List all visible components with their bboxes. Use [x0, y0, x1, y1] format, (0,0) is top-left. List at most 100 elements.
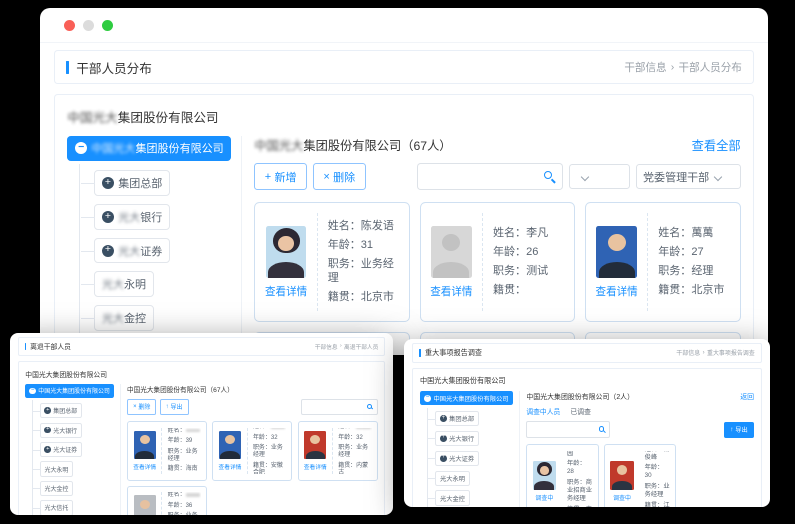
- tree-item-label: 永明: [124, 276, 146, 292]
- page-title: 离退干部人员: [25, 341, 71, 351]
- breadcrumb-parent[interactable]: 干部信息: [676, 348, 700, 357]
- expand-icon[interactable]: +: [440, 415, 447, 422]
- view-detail-link[interactable]: 查看详情: [219, 462, 242, 471]
- tree-item-everbright-jinkong[interactable]: 光大金控: [435, 490, 470, 505]
- search-icon[interactable]: [543, 170, 556, 183]
- org-tree: − 中国光大集团股份有限公司 +集团总部 +光大银行 +光大证券 光大永明 光大…: [67, 136, 241, 355]
- tree-item-everbright-bank[interactable]: +光大银行: [94, 204, 171, 230]
- expand-icon[interactable]: +: [44, 427, 51, 434]
- zoom-button[interactable]: [102, 20, 113, 31]
- tree-item-everbright-securities[interactable]: +光大证券: [40, 442, 82, 457]
- tree-item-group-hq[interactable]: +集团总部: [435, 411, 479, 426]
- close-button[interactable]: [64, 20, 75, 31]
- collapse-icon[interactable]: −: [75, 142, 87, 154]
- view-detail-link[interactable]: 查看详情: [430, 284, 472, 299]
- page-title-text: 重大事项报告调查: [425, 348, 482, 358]
- search-icon[interactable]: [598, 426, 605, 433]
- view-detail-link[interactable]: 查看详情: [133, 462, 156, 471]
- field-label: 籍贯：: [168, 466, 186, 472]
- breadcrumb-current: 干部人员分布: [679, 60, 742, 75]
- manage-type-select[interactable]: 党委管理干部: [636, 164, 741, 189]
- expand-icon[interactable]: +: [440, 455, 447, 462]
- expand-icon[interactable]: +: [44, 407, 51, 414]
- field-label: 职务：: [338, 445, 356, 451]
- tree-item-everbright-securities[interactable]: +光大证券: [435, 451, 479, 466]
- minimize-button[interactable]: [83, 20, 94, 31]
- breadcrumb-parent[interactable]: 干部信息: [315, 342, 338, 351]
- field-value: 测试: [526, 265, 548, 277]
- back-link[interactable]: 返回: [740, 391, 754, 401]
- tree-item-everbright-bank[interactable]: +光大银行: [435, 431, 479, 446]
- tree-item-everbright-trust[interactable]: 光大信托: [40, 500, 74, 515]
- tab-investigating[interactable]: 调查中人员: [526, 406, 560, 416]
- tree-root-node[interactable]: − 中国光大集团股份有限公司: [420, 391, 513, 405]
- export-button[interactable]: ↑导出: [724, 422, 754, 438]
- field-value: 李凡: [526, 227, 548, 239]
- redacted-name: [186, 493, 200, 497]
- tree-item-label: 金控: [124, 310, 146, 326]
- breadcrumb-parent[interactable]: 干部信息: [624, 60, 666, 75]
- tree-item-everbright-sunlife[interactable]: 光大永明: [435, 471, 470, 486]
- tree-item-everbright-sunlife[interactable]: 光大永明: [40, 461, 74, 476]
- tab-investigated[interactable]: 已调查: [571, 406, 591, 416]
- investigating-link[interactable]: 调查中: [613, 493, 631, 502]
- tree-item-label: 光大证券: [449, 454, 474, 463]
- field-label: 籍贯：: [253, 463, 271, 469]
- export-button-label: 导出: [171, 402, 183, 411]
- expand-icon[interactable]: +: [440, 435, 447, 442]
- search-input[interactable]: [424, 170, 543, 184]
- field-label: 姓名：: [168, 428, 186, 434]
- person-card: 查看详情 姓名：陈发语 年龄：31 职务：业务经理 籍贯：北京市: [254, 202, 410, 322]
- person-card: 查看详情 姓名： 年龄：32 职务：业务经理 籍贯：内蒙古: [298, 421, 378, 480]
- field-label: 姓名：: [493, 227, 526, 239]
- expand-icon[interactable]: +: [44, 446, 51, 453]
- person-photo: [219, 431, 241, 460]
- field-value: 28: [567, 468, 574, 475]
- filter-select[interactable]: [569, 164, 629, 189]
- page-title-text: 离退干部人员: [30, 341, 71, 351]
- search-icon[interactable]: [366, 403, 373, 410]
- content-company-title: 中国光大集团股份有限公司（67人）: [127, 384, 234, 394]
- collapse-icon[interactable]: −: [424, 395, 431, 402]
- delete-button[interactable]: ×删除: [313, 163, 366, 190]
- field-value: 36: [186, 503, 193, 509]
- tree-item-everbright-jinkong[interactable]: 光大金控: [40, 481, 74, 496]
- search-input[interactable]: [305, 403, 366, 411]
- view-detail-link[interactable]: 查看详情: [596, 284, 638, 299]
- tree-root-node[interactable]: − 中国光大集团股份有限公司: [25, 384, 114, 398]
- window-major-matters-investigation: 重大事项报告调查 干部信息 › 重大事项报告调查 中国光大集团股份有限公司 − …: [404, 339, 770, 507]
- company-title: 中国光大集团股份有限公司: [420, 376, 754, 386]
- tree-root-node[interactable]: − 中国光大集团股份有限公司: [67, 136, 231, 161]
- tree-item-everbright-sunlife[interactable]: 光大永明: [94, 271, 154, 297]
- tree-item-everbright-securities[interactable]: +光大证券: [94, 238, 171, 264]
- field-label: 年龄：: [645, 464, 664, 471]
- company-title: 中国光大集团股份有限公司: [25, 369, 377, 379]
- tree-item-group-hq[interactable]: +集团总部: [94, 170, 171, 196]
- page-title: 干部人员分布: [66, 58, 152, 77]
- tree-item-label: 光大永明: [44, 465, 68, 474]
- investigating-link[interactable]: 调查中: [535, 493, 553, 502]
- export-button[interactable]: ↑导出: [160, 399, 189, 415]
- expand-icon[interactable]: +: [102, 245, 114, 257]
- person-card: 查看详情 姓名： 年龄：32 职务：业务经理 籍贯：安徽合肥: [212, 421, 292, 480]
- search-input[interactable]: [531, 425, 598, 434]
- content-company-text: 中国光大集团股份有限公司: [526, 394, 609, 401]
- view-detail-link[interactable]: 查看详情: [265, 284, 307, 299]
- delete-button[interactable]: ×删除: [127, 399, 156, 415]
- add-button[interactable]: +新增: [254, 163, 307, 190]
- view-all-link[interactable]: 查看全部: [692, 136, 741, 154]
- tree-item-label: 光大金控: [44, 484, 68, 493]
- content-company-title: 中国光大集团股份有限公司（2人）: [526, 391, 634, 401]
- tree-item-group-hq[interactable]: +集团总部: [40, 403, 82, 418]
- view-detail-link[interactable]: 查看详情: [304, 462, 327, 471]
- tree-item-everbright-jinkong[interactable]: 光大金控: [94, 305, 154, 331]
- expand-icon[interactable]: +: [102, 177, 114, 189]
- field-value: 31: [361, 239, 373, 251]
- content-company-text: 中国光大集团股份有限公司: [127, 387, 207, 394]
- collapse-icon[interactable]: −: [29, 388, 36, 395]
- org-tree: − 中国光大集团股份有限公司 +集团总部 +光大银行 +光大证券 光大永明 光大…: [25, 384, 119, 515]
- tree-item-everbright-bank[interactable]: +光大银行: [40, 423, 82, 438]
- manage-type-value: 党委管理干部: [643, 169, 709, 185]
- field-value: 北京市: [691, 284, 724, 296]
- expand-icon[interactable]: +: [102, 211, 114, 223]
